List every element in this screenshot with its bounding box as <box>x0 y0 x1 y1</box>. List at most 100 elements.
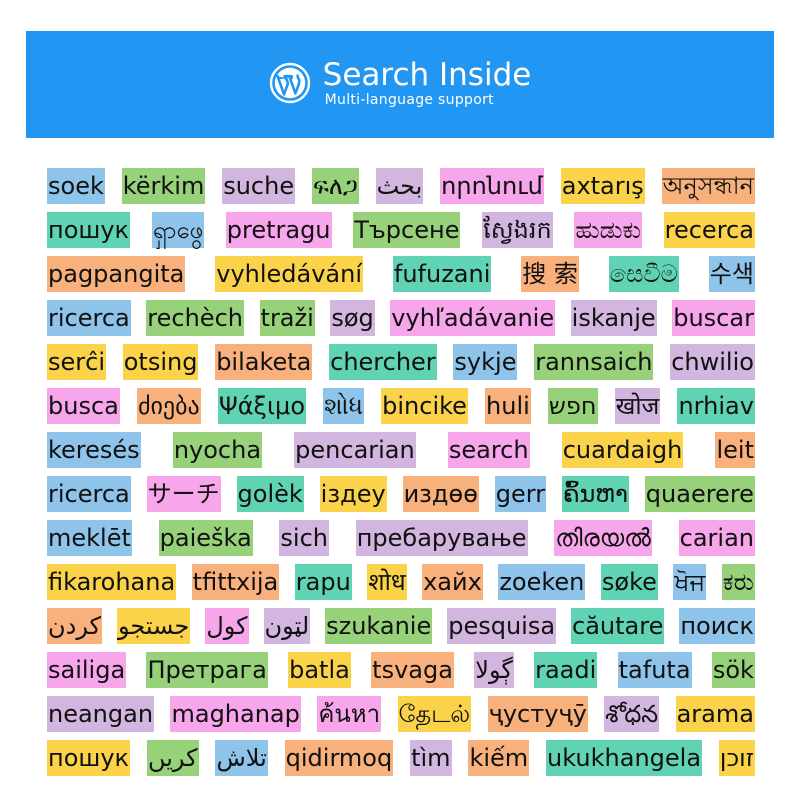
search-word: chercher <box>329 344 437 380</box>
search-word: کریں <box>146 740 199 776</box>
word-row: fikarohana tfittxija rapu शोध хайх zoeken søke… <box>47 556 755 600</box>
search-word: nrhiav <box>677 388 755 424</box>
search-word: leit <box>715 432 755 468</box>
header-banner: Search Inside Multi-language support <box>26 31 774 138</box>
search-word: ಕರು <box>721 564 755 600</box>
search-word: ukukhangela <box>546 740 703 776</box>
search-word: శోధన <box>604 696 660 732</box>
word-row: serĉi otsing bilaketa chercher sykje rannsaic… <box>47 336 755 380</box>
search-word: որոնում <box>440 168 544 204</box>
word-row: کردن جستجو کول لټون szukanie pesquisa căutare п… <box>47 600 755 644</box>
search-word: zoeken <box>498 564 586 600</box>
search-word: tafuta <box>617 652 692 688</box>
wordpress-logo-icon <box>269 62 310 103</box>
search-word: søg <box>330 300 375 336</box>
search-word: căutare <box>571 608 665 644</box>
search-word: සෙවීම <box>608 256 679 292</box>
search-word: издөө <box>402 476 479 512</box>
search-word: bilaketa <box>215 344 313 380</box>
search-word: rapu <box>294 564 352 600</box>
word-row: keresés nyocha pencarian search cuardaigh lei… <box>47 424 755 468</box>
search-word: batla <box>288 652 351 688</box>
search-word: golèk <box>236 476 304 512</box>
search-word: pretragu <box>225 212 332 248</box>
word-cloud: soek kërkim suche ፍለጋ بحث որոնում axtarış অনুসন… <box>47 160 755 776</box>
search-word: поиск <box>679 608 755 644</box>
search-word: пошук <box>47 740 131 776</box>
search-word: サーチ <box>146 476 221 512</box>
search-word: کردن <box>47 608 102 644</box>
search-word: otsing <box>122 344 199 380</box>
search-word: തിരയൽ <box>554 520 652 556</box>
banner-title: Search Inside <box>322 56 532 93</box>
search-word: ፍለጋ <box>311 168 359 204</box>
search-word: хайх <box>422 564 483 600</box>
word-row: busca ძიება Ψάξιμο શોધ bincike huli חפש खोज nrhi… <box>47 380 755 424</box>
search-word: fikarohana <box>47 564 177 600</box>
search-word: ค้นหา <box>317 696 382 732</box>
search-word: raadi <box>534 652 598 688</box>
search-word: pencarian <box>294 432 416 468</box>
search-word: keresés <box>47 432 141 468</box>
search-word: શોધ <box>323 388 365 424</box>
search-word: pagpangita <box>47 256 186 292</box>
search-word: arama <box>675 696 755 732</box>
search-word: search <box>447 432 530 468</box>
search-word: buscar <box>672 300 755 336</box>
search-word: शोध <box>367 564 407 600</box>
search-word: rechèch <box>146 300 244 336</box>
search-word: chwilio <box>670 344 755 380</box>
search-word: пребарување <box>355 520 528 556</box>
word-row: sailiga Претрага batla tsvaga ڳولا raadi tafut… <box>47 644 755 688</box>
search-word: tìm <box>410 740 452 776</box>
search-word: traži <box>259 300 315 336</box>
search-word: Ψάξιμο <box>217 388 307 424</box>
search-word: szukanie <box>325 608 433 644</box>
search-word: sök <box>711 652 755 688</box>
search-word: ძიება <box>136 388 201 424</box>
banner-subtitle: Multi-language support <box>324 91 494 108</box>
search-word: kiếm <box>468 740 530 776</box>
search-word: tsvaga <box>371 652 454 688</box>
word-row: ricerca サーチ golèk іздеу издөө gerr ຄົ້ນຫາ quaer… <box>47 468 755 512</box>
search-word: neangan <box>47 696 155 732</box>
search-word: vyhledávání <box>215 256 364 292</box>
search-word: ڳولا <box>474 652 514 688</box>
search-word: axtarış <box>560 168 645 204</box>
word-row: пошук کریں تلاش qidirmoq tìm kiếm ukukhangela ז… <box>47 732 755 776</box>
search-word: busca <box>47 388 120 424</box>
search-word: recerca <box>663 212 755 248</box>
search-word: cuardaigh <box>561 432 684 468</box>
search-word: தேடல் <box>397 696 472 732</box>
search-word: rannsaich <box>534 344 654 380</box>
word-row: soek kërkim suche ፍለጋ بحث որոնում axtarış অনুসন… <box>47 160 755 204</box>
search-word: bincike <box>381 388 468 424</box>
search-word: søke <box>600 564 658 600</box>
search-word: 搜 索 <box>521 256 579 292</box>
word-row: neangan maghanap ค้นหา தேடல் ҷустуҷӯ శోధన aram… <box>47 688 755 732</box>
search-word: 수색 <box>708 256 755 292</box>
search-word: vyhľadávanie <box>390 300 556 336</box>
search-word: ricerca <box>47 476 131 512</box>
search-word: paieška <box>158 520 253 556</box>
search-word: pesquisa <box>447 608 557 644</box>
search-word: ရှာဖွေ <box>151 212 205 248</box>
page: Search Inside Multi-language support soe… <box>0 0 799 799</box>
search-word: sich <box>279 520 329 556</box>
search-word: іздеу <box>319 476 387 512</box>
banner-content: Search Inside Multi-language support <box>269 56 532 108</box>
search-word: sailiga <box>47 652 127 688</box>
search-word: חפש <box>547 388 598 424</box>
search-word: soek <box>47 168 105 204</box>
search-word: ҷустуҷӯ <box>487 696 588 732</box>
word-row: ricerca rechèch traži søg vyhľadávanie iskanj… <box>47 292 755 336</box>
search-word: खोज <box>614 388 661 424</box>
search-word: fufuzani <box>392 256 492 292</box>
search-word: ຄົ້ນຫາ <box>561 476 629 512</box>
word-row: пошук ရှာဖွေ pretragu Търсене ស្វែងរក ಹುಡುಕು r… <box>47 204 755 248</box>
search-word: carian <box>678 520 755 556</box>
search-word: nyocha <box>172 432 263 468</box>
search-word: کول <box>205 608 249 644</box>
search-word: بحث <box>375 168 424 204</box>
search-word: ਖੋਜ <box>673 564 707 600</box>
